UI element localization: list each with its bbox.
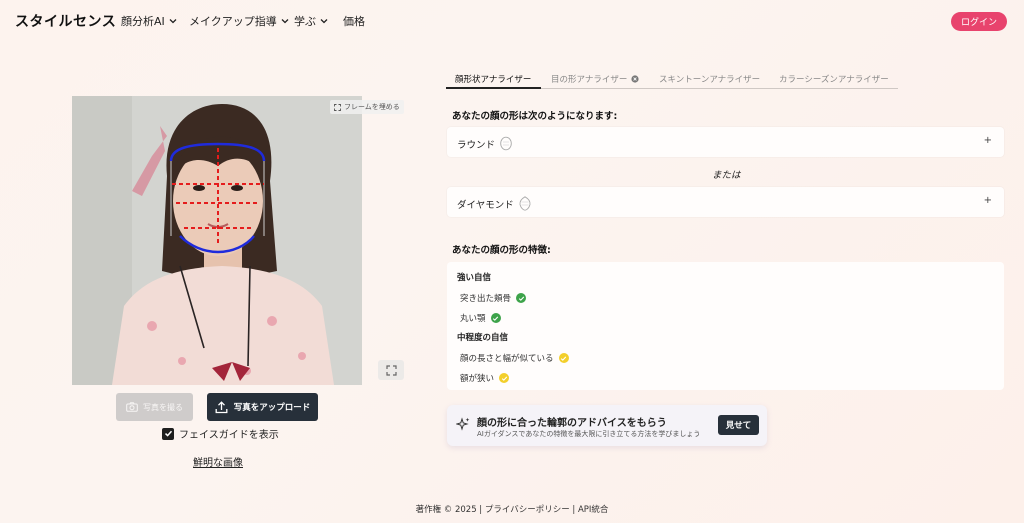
shape-name: ダイヤモンド xyxy=(457,199,514,211)
chevron-down-icon xyxy=(281,19,289,24)
login-button[interactable]: ログイン xyxy=(950,12,1007,31)
feature-label: 顔の長さと幅が似ている xyxy=(460,354,554,364)
shape-name-row: ダイヤモンド xyxy=(457,196,532,211)
tab-color-season[interactable]: カラーシーズンアナライザー xyxy=(779,73,889,85)
brand-logo[interactable]: スタイルセンス xyxy=(15,11,116,31)
feature-item: 突き出た頬骨 xyxy=(460,292,527,304)
portrait-image xyxy=(72,96,362,385)
show-advice-button[interactable]: 見せて xyxy=(718,415,759,435)
shape-name: ラウンド xyxy=(457,139,496,151)
shape-card-round[interactable]: ラウンド + xyxy=(447,127,1004,157)
tab-label: 目の形アナライザー xyxy=(551,75,628,85)
tab-face-shape[interactable]: 顔形状アナライザー xyxy=(455,73,531,85)
advice-banner: 顔の形に合った輪郭のアドバイスをもらう AIガイダンスであなたの特徴を最大限に引… xyxy=(447,405,767,446)
nav-item-label: 価格 xyxy=(343,15,365,28)
nav-item-label: 顔分析AI xyxy=(121,15,165,28)
result-heading: あなたの顔の形は次のようになります: xyxy=(452,111,618,122)
analyzer-tabs: 顔形状アナライザー 目の形アナライザー スキントーンアナライザー カラーシーズン… xyxy=(446,70,898,89)
face-guide-label: フェイスガイドを表示 xyxy=(179,430,279,441)
camera-icon xyxy=(126,402,138,412)
fill-frame-label: フレームを埋める xyxy=(344,103,400,111)
feature-group-title: 中程度の自信 xyxy=(457,333,509,343)
feature-label: 額が狭い xyxy=(460,374,495,384)
upload-icon xyxy=(215,400,228,413)
feature-label: 突き出た頬骨 xyxy=(460,294,512,304)
nav-item-learn[interactable]: 学ぶ xyxy=(294,13,329,29)
expand-toggle[interactable]: + xyxy=(984,135,992,146)
feature-group-title: 強い自信 xyxy=(457,273,492,283)
advice-title: 顔の形に合った輪郭のアドバイスをもらう xyxy=(477,418,667,429)
nav-item-makeup[interactable]: メイクアップ指導 xyxy=(189,13,290,29)
close-icon[interactable] xyxy=(631,75,639,83)
upload-photo-button[interactable]: 写真をアップロード xyxy=(207,393,318,421)
shape-card-diamond[interactable]: ダイヤモンド + xyxy=(447,187,1004,217)
footer[interactable]: 著作権 © 2025 | プライバシーポリシー | API統合 xyxy=(0,503,1024,515)
take-photo-button[interactable]: 写真を撮る xyxy=(116,393,193,421)
tab-eye-shape[interactable]: 目の形アナライザー xyxy=(551,73,639,85)
chevron-down-icon xyxy=(320,19,328,24)
fullscreen-icon xyxy=(385,364,397,376)
tab-label: スキントーンアナライザー xyxy=(659,75,761,85)
sparkle-icon xyxy=(456,417,470,431)
nav-item-pricing[interactable]: 価格 xyxy=(343,13,365,29)
nav-item-label: 学ぶ xyxy=(294,15,316,28)
top-nav: スタイルセンス 顔分析AI メイクアップ指導 学ぶ 価格 ログイン xyxy=(0,0,1024,42)
advice-subtitle: AIガイダンスであなたの特徴を最大限に引き立てる方法を学びましょう xyxy=(477,430,701,438)
tab-label: カラーシーズンアナライザー xyxy=(779,75,889,85)
check-circle-icon xyxy=(490,313,501,323)
upload-photo-label: 写真をアップロード xyxy=(233,403,311,413)
tab-label: 顔形状アナライザー xyxy=(455,75,532,85)
feature-label: 丸い顎 xyxy=(460,314,486,324)
active-tab-indicator xyxy=(446,87,541,89)
nav-item-label: メイクアップ指導 xyxy=(189,15,277,28)
features-card: 強い自信 突き出た頬骨 丸い顎 中程度の自信 顔の長さと幅が似ている 額が狭い xyxy=(447,262,1004,390)
nav-item-face-analysis[interactable]: 顔分析AI xyxy=(121,13,178,29)
feature-item: 顔の長さと幅が似ている xyxy=(460,352,569,364)
camera-photo xyxy=(72,96,362,385)
feature-item: 丸い顎 xyxy=(460,312,501,324)
face-guide-checkbox[interactable] xyxy=(162,427,174,440)
diamond-face-icon xyxy=(519,196,531,211)
tab-skin-tone[interactable]: スキントーンアナライザー xyxy=(659,73,760,85)
expand-toggle[interactable]: + xyxy=(984,195,992,206)
fill-frame-button[interactable]: フレームを埋める xyxy=(330,100,404,114)
clear-image-link[interactable]: 鮮明な画像 xyxy=(193,454,243,469)
shape-name-row: ラウンド xyxy=(457,136,513,151)
chevron-down-icon xyxy=(169,19,177,24)
feature-item: 額が狭い xyxy=(460,372,510,384)
face-guide-toggle[interactable]: フェイスガイドを表示 xyxy=(162,426,279,441)
expand-icon xyxy=(334,103,341,111)
check-circle-icon xyxy=(499,373,510,383)
round-face-icon xyxy=(500,136,512,151)
check-circle-icon xyxy=(516,293,527,303)
check-circle-icon xyxy=(558,353,569,363)
features-heading: あなたの顔の形の特徴: xyxy=(452,245,551,256)
check-icon xyxy=(164,430,172,437)
fullscreen-button[interactable] xyxy=(378,360,404,380)
take-photo-label: 写真を撮る xyxy=(143,402,183,412)
or-separator: または xyxy=(712,170,741,181)
